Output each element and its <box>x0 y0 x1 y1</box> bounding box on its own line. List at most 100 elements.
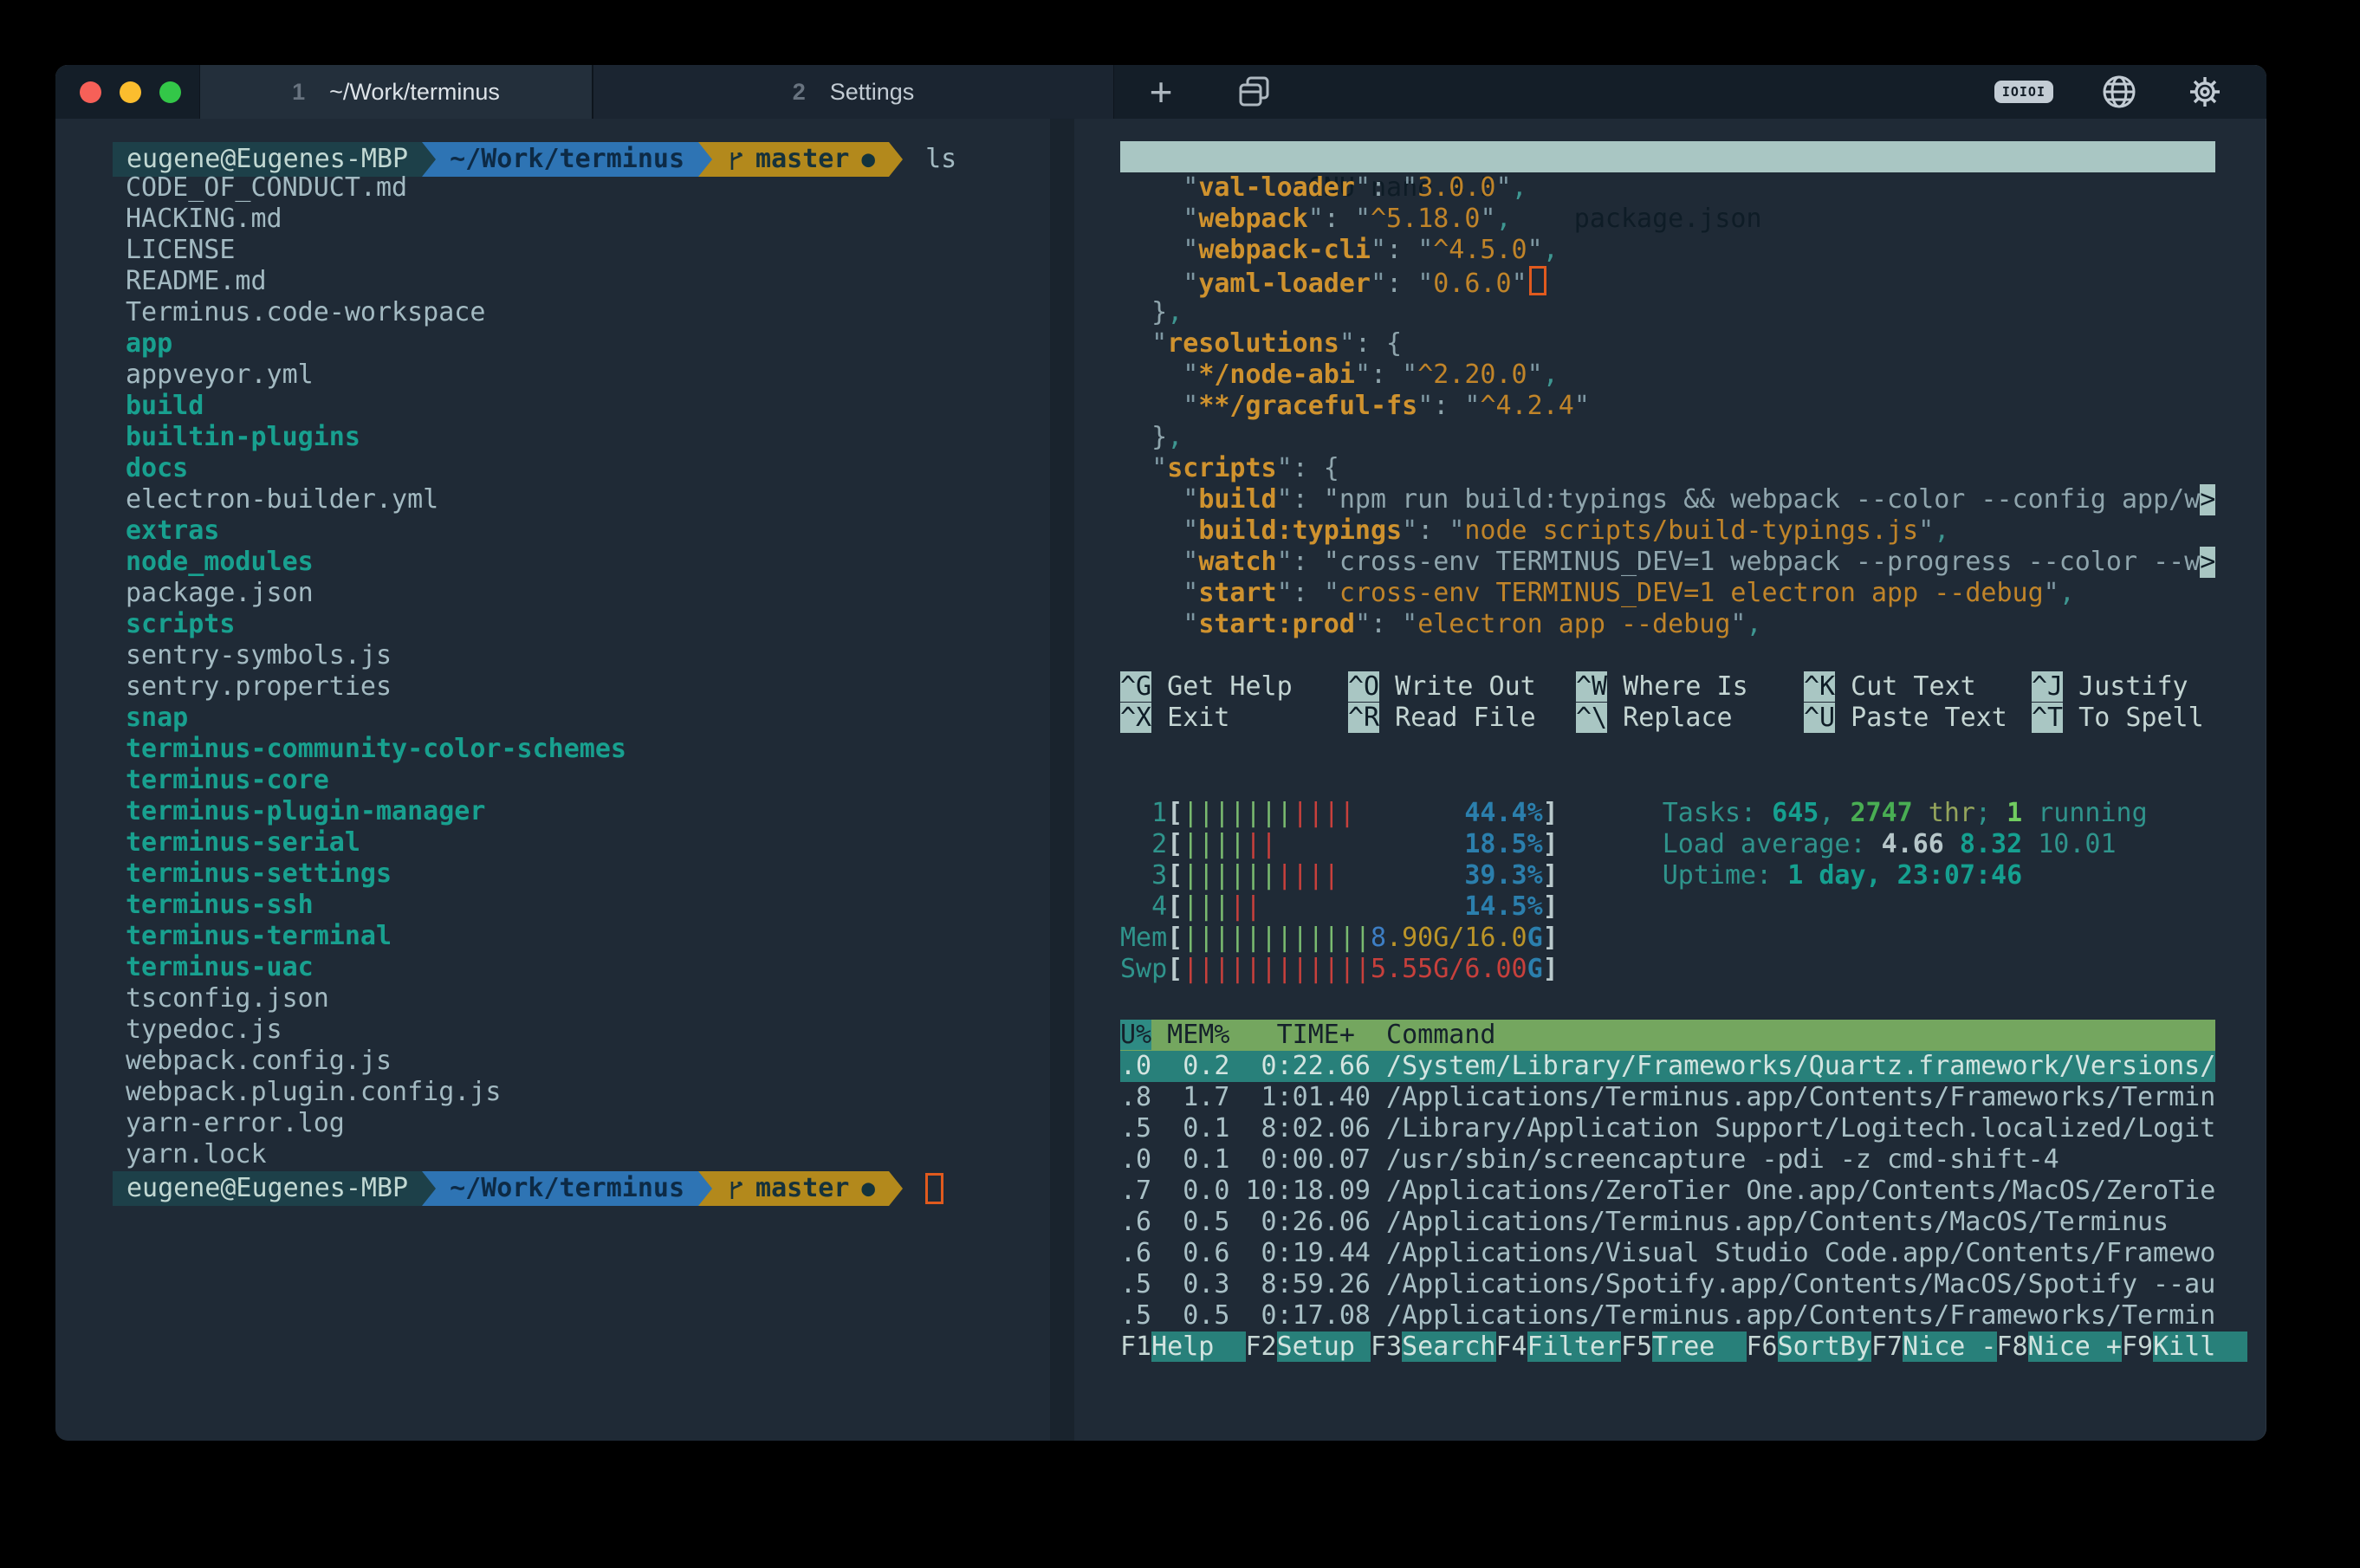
serial-port-icon[interactable]: IOIOI <box>1994 81 2053 103</box>
ls-output-line: electron-builder.yml <box>126 484 1050 515</box>
text-segment: 10.01 <box>2038 829 2116 859</box>
shortcut-key: ^R <box>1348 703 1379 733</box>
text-segment: G <box>1527 954 1543 984</box>
fkey-f7[interactable]: F7Nice - <box>1871 1332 1997 1363</box>
uptime: Uptime: 1 day, 23:07:46 <box>1663 860 2148 891</box>
pane-divider[interactable] <box>1050 119 1074 1441</box>
left-terminal-pane[interactable]: eugene@Eugenes-MBP~/Work/terminusmaster●… <box>55 119 1050 1441</box>
json-quote: " <box>1402 609 1417 639</box>
fkey-f2[interactable]: F2Setup <box>1246 1332 1371 1363</box>
fkey-f6[interactable]: F6SortBy <box>1747 1332 1872 1363</box>
nano-shortcut[interactable]: ^T To Spell <box>2032 703 2260 734</box>
nano-shortcut[interactable]: ^\ Replace <box>1576 703 1804 734</box>
meter-bracket: ] <box>1543 829 1559 860</box>
json-quote: " <box>1730 609 1746 639</box>
json-punctuation: : <box>1371 172 1402 203</box>
json-quote: " <box>1417 235 1433 265</box>
meter-pipes: |||||||||||| <box>1183 954 1371 985</box>
fkey-name: F6 <box>1747 1332 1778 1362</box>
process-row[interactable]: .0 0.1 0:00.07 /usr/sbin/screencapture -… <box>1120 1144 2215 1176</box>
json-quote: " <box>1183 204 1198 234</box>
process-row[interactable]: .5 0.3 8:59.26 /Applications/Spotify.app… <box>1120 1269 2215 1300</box>
fkey-f8[interactable]: F8Nice + <box>1997 1332 2123 1363</box>
fkey-f3[interactable]: F3Search <box>1371 1332 1496 1363</box>
directory-name: extras <box>126 515 219 546</box>
process-row[interactable]: .7 0.0 10:18.09 /Applications/ZeroTier O… <box>1120 1176 2215 1207</box>
fkey-name: F2 <box>1246 1332 1277 1362</box>
close-button[interactable] <box>80 81 101 103</box>
globe-icon[interactable] <box>2100 73 2138 111</box>
nano-shortcut[interactable]: ^G Get Help <box>1120 671 1348 703</box>
right-terminal-pane[interactable]: GNU nano 4.5 package.json "val-loader": … <box>1074 119 2266 1441</box>
nano-shortcut[interactable]: ^W Where Is <box>1576 671 1804 703</box>
json-value: ^4.2.4 <box>1480 391 1573 421</box>
process-row[interactable]: .8 1.7 1:01.40 /Applications/Terminus.ap… <box>1120 1082 2215 1113</box>
nano-shortcut[interactable]: ^O Write Out <box>1348 671 1576 703</box>
fkey-f5[interactable]: F5Tree <box>1621 1332 1747 1363</box>
process-row[interactable]: .6 0.5 0:26.06 /Applications/Terminus.ap… <box>1120 1207 2215 1238</box>
directory-name: terminus-ssh <box>126 890 314 920</box>
ls-output-line: node_modules <box>126 547 1050 578</box>
terminal-split-area: eugene@Eugenes-MBP~/Work/terminusmaster●… <box>55 119 2266 1441</box>
process-row[interactable]: .5 0.1 8:02.06 /Library/Application Supp… <box>1120 1113 2215 1144</box>
ls-output-line: terminus-serial <box>126 827 1050 859</box>
shortcut-key: ^K <box>1804 671 1835 702</box>
fkey-f4[interactable]: F4Filter <box>1496 1332 1622 1363</box>
shortcut-label: Write Out <box>1379 671 1536 702</box>
new-tab-button[interactable]: + <box>1114 65 1208 119</box>
nano-text-line: "yaml-loader": "0.6.0" <box>1120 266 2215 297</box>
nano-shortcut[interactable]: ^K Cut Text <box>1804 671 2032 703</box>
text-segment: 14.5% <box>1464 891 1542 922</box>
file-name: sentry-symbols.js <box>126 640 392 671</box>
htop-summary: Tasks: 645, 2747 thr; 1 runningLoad aver… <box>1663 798 2148 985</box>
meter-fill: |||||14.5% <box>1183 891 1542 923</box>
sort-column-header[interactable]: U% <box>1120 1020 1151 1050</box>
process-row-selected[interactable]: .0 0.2 0:22.66 /System/Library/Framework… <box>1120 1051 2215 1082</box>
json-key: watch <box>1198 547 1276 577</box>
process-table-header[interactable]: U% MEM% TIME+ Command <box>1120 1020 2215 1051</box>
ls-output-line: appveyor.yml <box>126 360 1050 391</box>
json-punctuation: : <box>1324 204 1355 234</box>
minimize-button[interactable] <box>120 81 141 103</box>
shortcut-label: Where Is <box>1607 671 1748 702</box>
new-window-icon[interactable] <box>1208 65 1301 119</box>
ls-output-line: builtin-plugins <box>126 422 1050 453</box>
json-quote: " <box>1183 172 1198 203</box>
json-quote: " <box>1151 328 1167 359</box>
tab-settings[interactable]: 2 Settings <box>593 65 1114 119</box>
meter-value: 14.5% <box>1464 891 1542 923</box>
meter-cpu-4: 4[|||||14.5%] <box>1120 891 1559 923</box>
json-comma: , <box>1934 515 1949 546</box>
fkey-action-label: Filter <box>1527 1332 1621 1362</box>
tab-work-terminus[interactable]: 1 ~/Work/terminus <box>199 65 593 119</box>
shortcut-label: Replace <box>1607 703 1733 733</box>
git-dirty-dot-icon: ● <box>861 1173 875 1204</box>
zoom-button[interactable] <box>159 81 181 103</box>
nano-shortcut[interactable]: ^U Paste Text <box>1804 703 2032 734</box>
ls-output-line: extras <box>126 515 1050 547</box>
nano-buffer[interactable]: "val-loader": "3.0.0", "webpack": "^5.18… <box>1120 172 2266 640</box>
text-segment: G <box>1527 923 1543 953</box>
titlebar-right-icons: IOIOI <box>1994 65 2266 119</box>
nano-shortcut[interactable]: ^J Justify <box>2032 671 2260 703</box>
nano-text-line: }, <box>1120 297 2215 328</box>
meter-label: 4 <box>1120 891 1167 923</box>
text-segment: thr <box>1913 798 1975 828</box>
powerline-arrow-icon <box>889 142 903 177</box>
meter-value: 8.90G/16.0G <box>1371 923 1543 954</box>
nano-shortcut[interactable]: ^X Exit <box>1120 703 1348 734</box>
fkey-f1[interactable]: F1Help <box>1120 1332 1246 1363</box>
process-row[interactable]: .5 0.5 0:17.08 /Applications/Terminus.ap… <box>1120 1300 2215 1332</box>
json-key: **/graceful-fs <box>1198 391 1417 421</box>
fkey-action-label: Help <box>1151 1332 1245 1362</box>
meter-cpu-2: 2[||||||18.5%] <box>1120 829 1559 860</box>
tab-number: 2 <box>793 79 806 106</box>
process-row[interactable]: .6 0.6 0:19.44 /Applications/Visual Stud… <box>1120 1238 2215 1269</box>
json-quote: " <box>1402 515 1417 546</box>
fkey-name: F4 <box>1496 1332 1527 1362</box>
ls-output-line: README.md <box>126 266 1050 297</box>
settings-gear-icon[interactable] <box>2185 72 2225 112</box>
nano-shortcut[interactable]: ^R Read File <box>1348 703 1576 734</box>
shortcut-key: ^W <box>1576 671 1607 702</box>
fkey-f9[interactable]: F9Kill <box>2122 1332 2247 1363</box>
